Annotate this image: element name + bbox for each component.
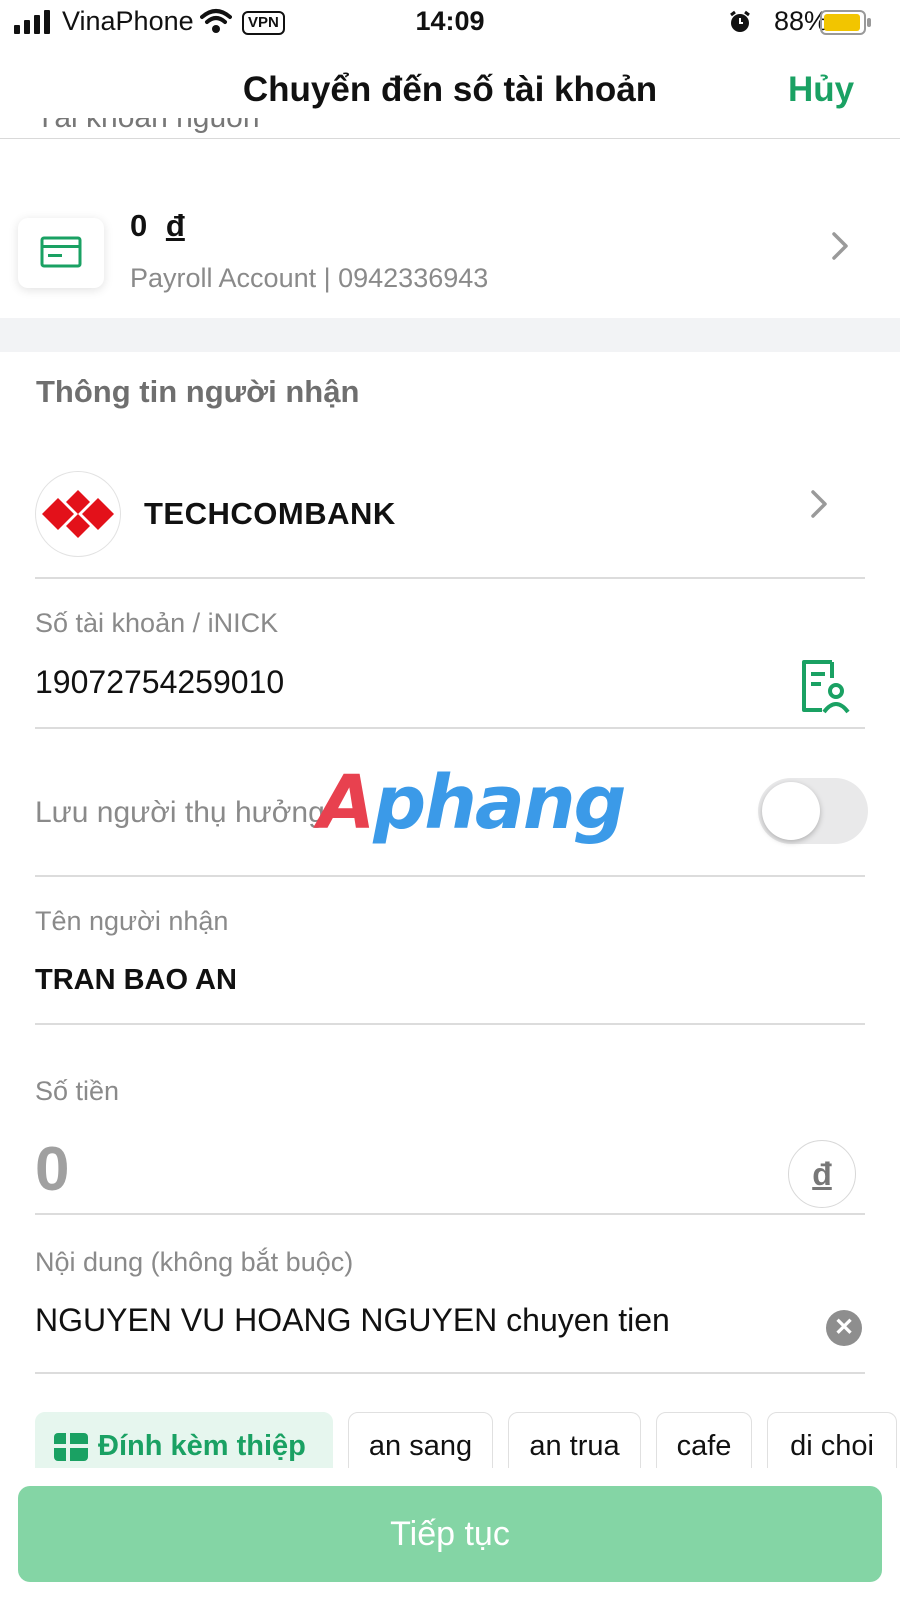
toggle-knob [762,782,820,840]
note-label: Nội dung (không bắt buộc) [35,1247,354,1277]
currency-button[interactable]: đ [788,1140,856,1208]
save-beneficiary-toggle[interactable] [758,778,868,844]
attach-card-chip[interactable]: Đính kèm thiệp [35,1412,333,1468]
account-card-icon-box [18,218,104,288]
watermark-logo: Aphang [318,760,627,846]
chip-an-sang[interactable]: an sang [348,1412,493,1468]
divider [35,1372,865,1374]
source-section-label: Tài khoản nguồn [36,118,260,140]
chip-cafe[interactable]: cafe [656,1412,752,1468]
card-icon [40,236,82,268]
balance-currency: đ [165,208,185,243]
divider [35,577,865,579]
chevron-right-icon [832,232,848,260]
gift-card-icon [54,1433,88,1461]
bank-name: TECHCOMBANK [144,496,396,531]
continue-button[interactable]: Tiếp tục [18,1486,882,1582]
chip-an-trua[interactable]: an trua [508,1412,641,1468]
save-beneficiary-label: Lưu người thụ hưởng [35,796,325,829]
section-separator [0,318,900,352]
suggestion-chips: Đính kèm thiệp an sang an trua cafe di c… [0,1412,900,1468]
divider [35,1023,865,1025]
source-balance: 0 đ [130,208,185,244]
divider [35,875,865,877]
recipient-name-value: TRAN BAO AN [35,964,237,996]
divider [35,727,865,729]
attach-card-label: Đính kèm thiệp [98,1430,306,1462]
chip-di-choi[interactable]: di choi [767,1412,897,1468]
bank-selector[interactable] [805,484,865,544]
clear-note-button[interactable]: ✕ [826,1310,862,1346]
status-bar: VinaPhone VPN 14:09 88% [0,0,900,46]
balance-value: 0 [130,208,148,243]
status-time: 14:09 [415,6,485,36]
divider [35,1213,865,1215]
close-icon: ✕ [833,1314,855,1341]
page-title: Chuyển đến số tài khoản [242,70,658,109]
note-input[interactable]: NGUYEN VU HOANG NGUYEN chuyen tien [35,1302,670,1339]
contact-list-icon [802,660,850,714]
amount-label: Số tiền [35,1076,120,1106]
bank-logo [35,471,121,557]
account-number-input[interactable]: 19072754259010 [35,664,284,701]
account-number-label: Số tài khoản / iNICK [35,608,279,638]
alarm-icon [730,10,750,32]
battery-icon [820,10,871,35]
recipient-name-label: Tên người nhận [35,906,229,936]
source-account-selector[interactable] [826,226,886,286]
source-account-desc: Payroll Account | 0942336943 [130,263,489,293]
contact-book-button[interactable] [796,656,852,716]
recipient-section-title: Thông tin người nhận [36,374,360,409]
chevron-right-icon [811,490,827,518]
cancel-button[interactable]: Hủy [788,70,854,110]
techcombank-logo-icon [42,490,114,538]
amount-input[interactable]: 0 [35,1134,69,1205]
